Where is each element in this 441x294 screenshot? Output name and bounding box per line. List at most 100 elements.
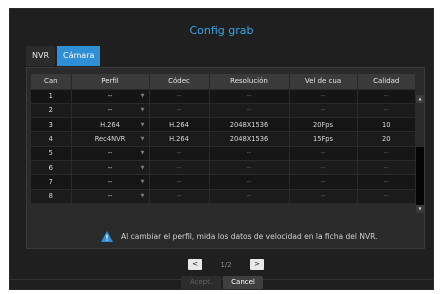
quality-cell: -- [357,159,415,175]
codec-cell: -- [149,174,210,190]
framerate-cell: -- [289,102,358,118]
column-header-can: Can [31,74,72,89]
dialog-buttons: Acept. Cancel [181,276,265,289]
chevron-down-icon: ▼ [140,93,145,100]
codec-cell: -- [149,88,210,104]
recording-table: Can Perfil Códec Resolución Vel de cua C… [31,74,415,204]
resolution-cell: -- [209,159,290,175]
profile-value: -- [107,192,113,201]
tab-camera[interactable]: Cámara [57,46,101,66]
resolution-cell: 2048X1536 [209,131,290,147]
table-row[interactable]: 5 -- ▼ -- -- -- -- [31,145,415,161]
framerate-cell: 15Fps [289,131,358,147]
framerate-cell: -- [289,159,358,175]
framerate-cell: 20Fps [289,117,358,132]
prev-page-button[interactable]: < [188,259,202,270]
profile-dropdown[interactable]: -- ▼ [71,88,150,104]
table-row[interactable]: 7 -- ▼ -- -- -- -- [31,174,415,190]
profile-dropdown[interactable]: Rec4NVR ▼ [71,131,150,147]
chevron-down-icon: ▼ [140,107,145,114]
profile-value: -- [107,149,113,158]
channel-cell: 5 [31,145,72,161]
scrollbar-thumb[interactable] [416,103,424,147]
accept-button[interactable]: Acept. [181,276,221,289]
channel-cell: 3 [31,117,72,132]
resolution-cell: -- [209,174,290,190]
profile-dropdown[interactable]: -- ▼ [71,159,150,175]
channel-cell: 4 [31,131,72,147]
chevron-down-icon: ▼ [140,164,145,171]
tab-bar: NVR Cámara [26,46,102,66]
scroll-down-icon[interactable]: ▼ [416,205,424,213]
quality-cell: 10 [357,117,415,132]
pagination: < 1/2 > [188,259,264,270]
framerate-cell: -- [289,145,358,161]
resolution-cell: -- [209,145,290,161]
notice-message: Al cambiar el perfil, mida los datos de … [101,230,377,242]
chevron-down-icon: ▼ [140,121,145,128]
resolution-cell: -- [209,88,290,104]
channel-cell: 8 [31,188,72,204]
quality-cell: -- [357,102,415,118]
table-row[interactable]: 1 -- ▼ -- -- -- -- [31,88,415,104]
page-indicator: 1/2 [220,260,232,269]
resolution-cell: 2048X1536 [209,117,290,132]
channel-cell: 2 [31,102,72,118]
table-header: Can Perfil Códec Resolución Vel de cua C… [31,74,415,89]
dialog-title: Config grab [189,24,254,37]
column-header-framerate: Vel de cua [289,74,358,89]
tab-nvr[interactable]: NVR [26,46,56,66]
quality-cell: -- [357,88,415,104]
profile-value: Rec4NVR [94,135,126,144]
warning-icon [101,230,113,242]
codec-cell: -- [149,145,210,161]
column-header-profile: Perfil [71,74,150,89]
codec-cell: -- [149,102,210,118]
profile-dropdown[interactable]: -- ▼ [71,174,150,190]
next-page-button[interactable]: > [250,259,264,270]
profile-value: -- [107,106,113,115]
codec-cell: H.264 [149,131,210,147]
codec-cell: -- [149,188,210,204]
notice-text: Al cambiar el perfil, mida los datos de … [121,231,378,241]
chevron-down-icon: ▼ [140,136,145,143]
table-row[interactable]: 6 -- ▼ -- -- -- -- [31,159,415,175]
scroll-up-icon[interactable]: ▲ [416,95,424,103]
resolution-cell: -- [209,188,290,204]
quality-cell: 20 [357,131,415,147]
profile-value: -- [107,177,113,186]
framerate-cell: -- [289,88,358,104]
table-row[interactable]: 2 -- ▼ -- -- -- -- [31,102,415,118]
channel-cell: 1 [31,88,72,104]
table-row[interactable]: 8 -- ▼ -- -- -- -- [31,188,415,204]
framerate-cell: -- [289,188,358,204]
column-header-quality: Calidad [357,74,415,89]
codec-cell: -- [149,159,210,175]
profile-value: H.264 [100,120,120,129]
config-grab-dialog: Config grab NVR Cámara Can Perfil Códec … [9,8,434,290]
profile-dropdown[interactable]: -- ▼ [71,145,150,161]
resolution-cell: -- [209,102,290,118]
quality-cell: -- [357,174,415,190]
profile-dropdown[interactable]: -- ▼ [71,188,150,204]
table-row[interactable]: 3 H.264 ▼ H.264 2048X1536 20Fps 10 [31,117,415,132]
column-header-resolution: Resolución [209,74,290,89]
table-scrollbar[interactable]: ▲ ▼ [416,95,424,213]
quality-cell: -- [357,145,415,161]
chevron-down-icon: ▼ [140,150,145,157]
profile-dropdown[interactable]: -- ▼ [71,102,150,118]
camera-panel: Can Perfil Códec Resolución Vel de cua C… [26,67,425,249]
channel-cell: 6 [31,159,72,175]
framerate-cell: -- [289,174,358,190]
channel-cell: 7 [31,174,72,190]
column-header-codec: Códec [149,74,210,89]
profile-dropdown[interactable]: H.264 ▼ [71,117,150,132]
table-row[interactable]: 4 Rec4NVR ▼ H.264 2048X1536 15Fps 20 [31,131,415,147]
quality-cell: -- [357,188,415,204]
codec-cell: H.264 [149,117,210,132]
profile-value: -- [107,92,113,101]
profile-value: -- [107,163,113,172]
cancel-button[interactable]: Cancel [223,276,263,289]
chevron-down-icon: ▼ [140,193,145,200]
chevron-down-icon: ▼ [140,178,145,185]
